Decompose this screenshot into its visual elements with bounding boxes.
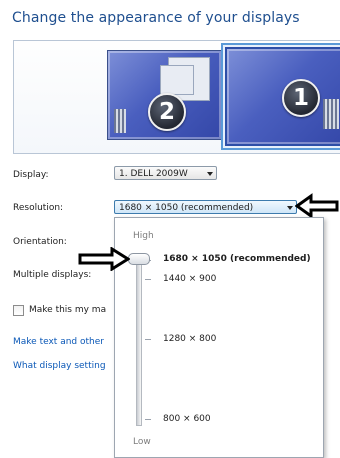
- resolution-select[interactable]: 1680 × 1050 (recommended): [114, 200, 297, 214]
- chevron-down-icon: [287, 206, 293, 210]
- tick-mark: [145, 339, 151, 340]
- orientation-label: Orientation:: [13, 237, 67, 247]
- monitor-number-badge: 1: [282, 79, 320, 117]
- high-label: High: [133, 231, 154, 241]
- chevron-down-icon: [207, 172, 213, 176]
- taskbar-shape: [114, 109, 126, 133]
- low-label: Low: [133, 437, 151, 447]
- display-select-value: 1. DELL 2009W: [119, 169, 188, 179]
- window-shape: [160, 65, 194, 95]
- resolution-option[interactable]: 800 × 600: [163, 414, 211, 424]
- resolution-select-value: 1680 × 1050 (recommended): [119, 203, 254, 213]
- taskbar-shape: [323, 99, 339, 129]
- display-preview: 2 1: [13, 40, 340, 154]
- page-title: Change the appearance of your displays: [12, 10, 300, 26]
- monitor-2[interactable]: 2: [107, 50, 222, 140]
- text-size-link[interactable]: Make text and other: [13, 337, 104, 347]
- monitor-number-badge: 2: [148, 93, 186, 131]
- resolution-slider-track[interactable]: [136, 258, 142, 426]
- multiple-displays-label: Multiple displays:: [13, 270, 92, 280]
- resolution-option[interactable]: 1280 × 800: [163, 334, 216, 344]
- monitor-1[interactable]: 1: [225, 47, 340, 146]
- resolution-option[interactable]: 1440 × 900: [163, 274, 216, 284]
- annotation-arrow-right-icon: [78, 247, 130, 271]
- resolution-slider-thumb[interactable]: [128, 253, 150, 265]
- main-display-checkbox[interactable]: [13, 305, 24, 316]
- annotation-arrow-left-icon: [295, 193, 339, 219]
- display-label: Display:: [13, 170, 49, 180]
- resolution-option[interactable]: 1680 × 1050 (recommended): [163, 254, 311, 264]
- tick-mark: [145, 279, 151, 280]
- resolution-label: Resolution:: [13, 203, 64, 213]
- display-settings-link[interactable]: What display setting: [13, 361, 106, 371]
- display-select[interactable]: 1. DELL 2009W: [114, 166, 217, 180]
- main-display-label: Make this my ma: [29, 305, 107, 315]
- tick-mark: [145, 419, 151, 420]
